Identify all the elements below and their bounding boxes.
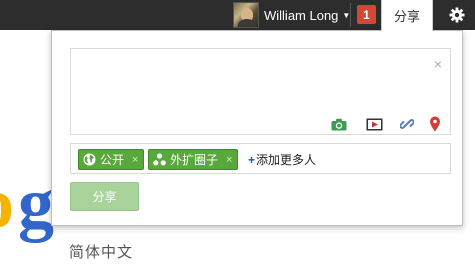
logo-subtitle: 简体中文: [69, 244, 134, 261]
plus-icon: +: [248, 153, 256, 167]
circles-icon: [153, 153, 166, 166]
top-bar: William Long ▼ 1 分享: [0, 0, 475, 31]
divider: [350, 3, 351, 27]
user-name[interactable]: William Long: [264, 8, 338, 23]
audience-field[interactable]: 公开 × 外扩圈子 × +添加更多人: [70, 143, 451, 174]
notification-badge[interactable]: 1: [357, 5, 376, 24]
share-button[interactable]: 分享: [70, 182, 139, 211]
audience-chip-public[interactable]: 公开 ×: [78, 149, 145, 170]
remove-chip-icon[interactable]: ×: [132, 154, 138, 166]
share-popup: × 公开 × 外扩圈子 × +添加更多人 分享: [51, 30, 463, 226]
audience-chip-extended-circles[interactable]: 外扩圈子 ×: [148, 149, 239, 170]
audience-chip-label: 公开: [100, 153, 125, 167]
avatar[interactable]: [233, 2, 259, 28]
camera-icon[interactable]: [330, 116, 348, 132]
account-menu[interactable]: William Long ▼: [233, 0, 350, 30]
remove-chip-icon[interactable]: ×: [226, 154, 232, 166]
close-icon[interactable]: ×: [434, 57, 442, 71]
compose-textbox[interactable]: ×: [70, 48, 451, 135]
audience-chip-label: 外扩圈子: [170, 153, 219, 167]
share-tab[interactable]: 分享: [381, 0, 433, 31]
add-more-people-link[interactable]: +添加更多人: [248, 151, 316, 168]
map-pin-icon[interactable]: [426, 116, 444, 132]
globe-icon: [83, 153, 96, 166]
gear-icon[interactable]: [443, 3, 471, 27]
video-icon[interactable]: [365, 116, 383, 132]
link-icon[interactable]: [398, 116, 416, 132]
add-more-label: 添加更多人: [256, 153, 317, 167]
